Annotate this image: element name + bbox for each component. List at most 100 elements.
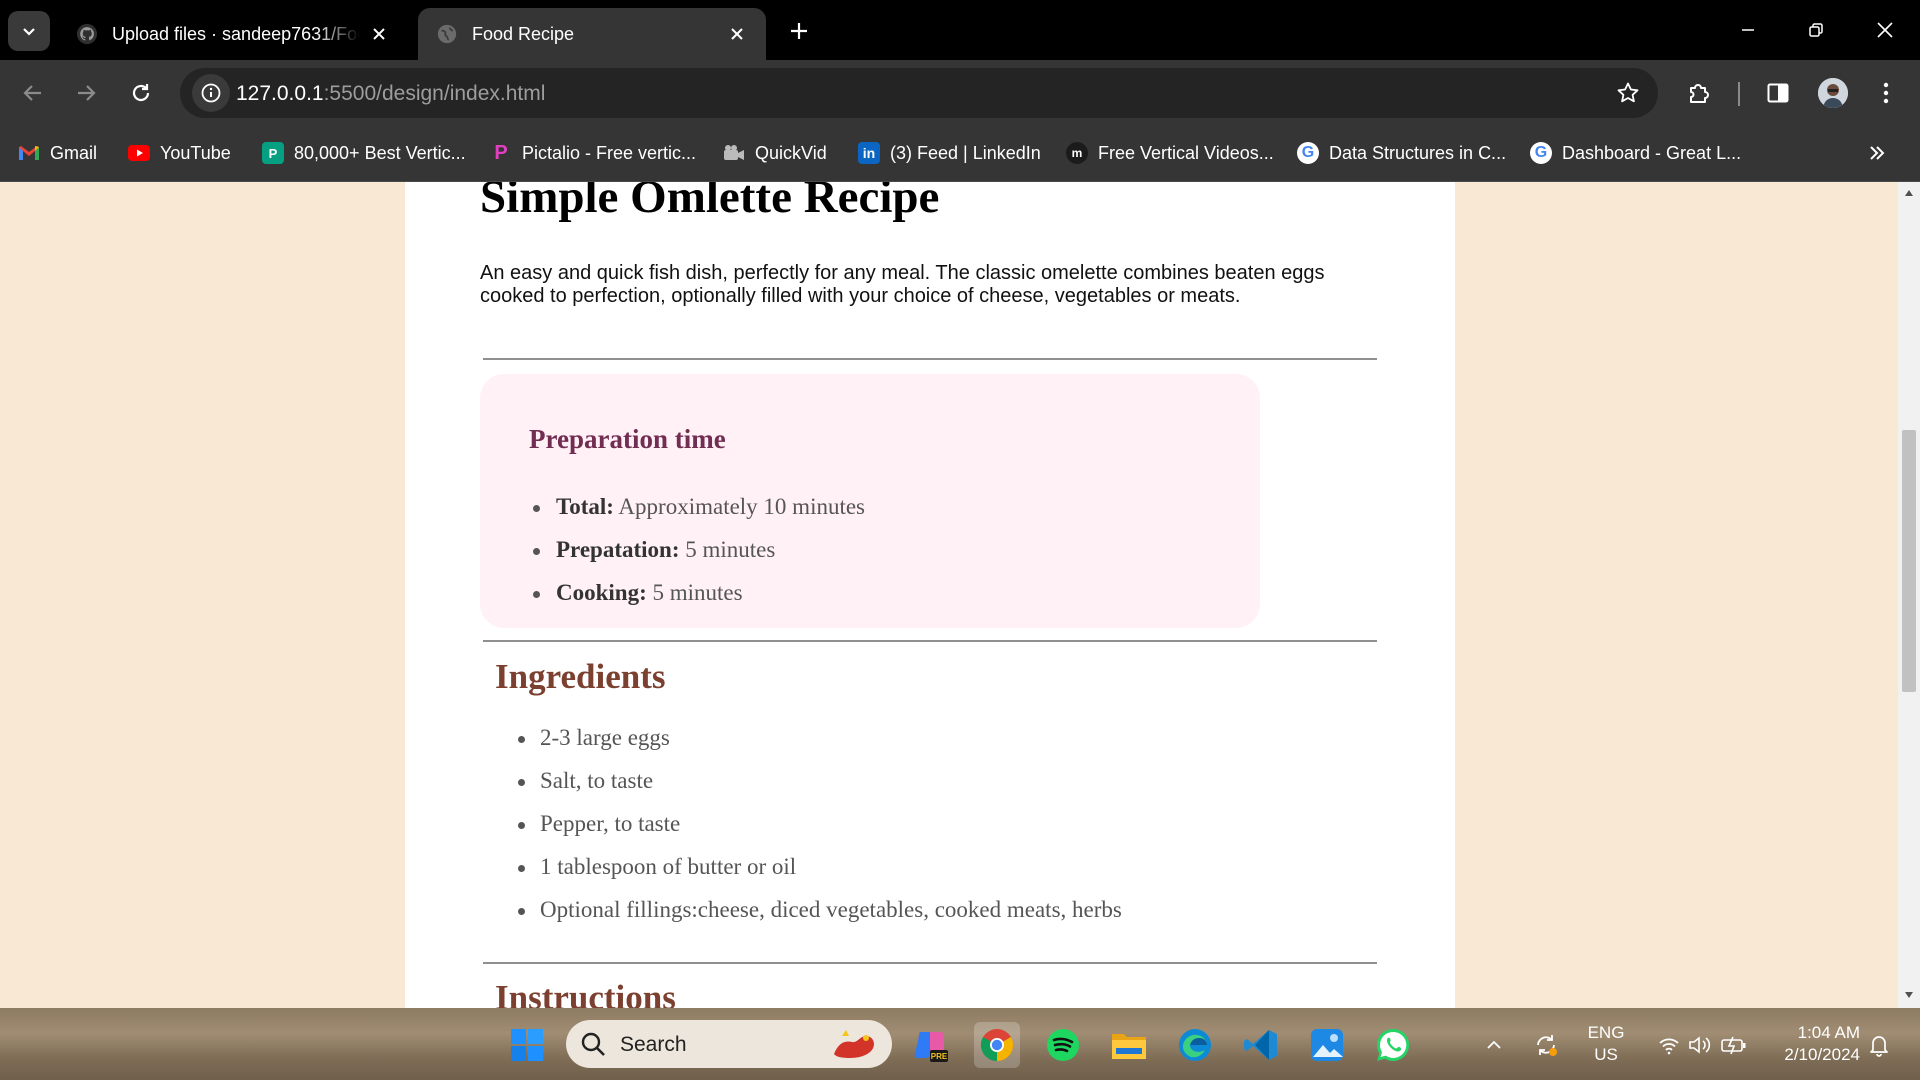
tab-upload-files[interactable]: Upload files · sandeep7631/Food-Recipe xyxy=(58,8,408,60)
show-hidden-icons-button[interactable] xyxy=(1478,1022,1510,1068)
clock-time: 1:04 AM xyxy=(1797,1023,1860,1042)
close-tab-button[interactable] xyxy=(368,23,390,45)
browser-menu-button[interactable] xyxy=(1870,77,1902,109)
photos-icon xyxy=(1311,1029,1343,1061)
preparation-heading: Preparation time xyxy=(529,424,726,454)
close-tab-button[interactable] xyxy=(726,23,748,45)
taskbar-app-file-explorer[interactable] xyxy=(1106,1022,1152,1068)
reload-button[interactable] xyxy=(121,73,161,113)
list-item: Pepper, to taste xyxy=(515,811,1122,854)
google-icon: G xyxy=(1297,142,1319,164)
bookmark-label: Gmail xyxy=(50,142,98,163)
bookmark-dashboard[interactable]: G Dashboard - Great L... xyxy=(1530,138,1741,168)
bookmark-gmail[interactable]: Gmail xyxy=(18,138,97,168)
clock-date: 2/10/2024 xyxy=(1784,1045,1860,1064)
new-tab-button[interactable] xyxy=(782,14,816,48)
more-vertical-icon xyxy=(1883,82,1889,104)
bookmark-label: 80,000+ Best Vertic... xyxy=(294,142,466,163)
copilot-icon: PRE xyxy=(914,1032,948,1062)
minimize-button[interactable] xyxy=(1725,10,1771,50)
scrollbar-thumb[interactable] xyxy=(1902,430,1916,692)
search-placeholder: Search xyxy=(620,1033,687,1056)
scroll-down-button[interactable] xyxy=(1904,990,1914,1000)
bullet-icon xyxy=(518,779,525,786)
site-info-button[interactable] xyxy=(192,74,230,112)
close-icon xyxy=(731,28,743,40)
bookmark-label: Dashboard - Great L... xyxy=(1562,142,1742,163)
bell-icon xyxy=(1870,1036,1888,1057)
side-panel-button[interactable] xyxy=(1762,77,1794,109)
bookmark-quickvid[interactable]: QuickVid xyxy=(723,138,827,168)
back-button[interactable] xyxy=(13,73,53,113)
url-text[interactable]: 127.0.0.1:5500/design/index.html xyxy=(236,82,545,106)
bookmark-linkedin[interactable]: in (3) Feed | LinkedIn xyxy=(858,138,1041,168)
bookmark-pictalio[interactable]: P Pictalio - Free vertic... xyxy=(490,138,696,168)
bookmark-youtube[interactable]: YouTube xyxy=(128,138,231,168)
triangle-up-icon xyxy=(1905,190,1913,196)
prep-label: Total: xyxy=(556,494,614,519)
ingredient-text: Optional fillings:cheese, diced vegetabl… xyxy=(540,897,1122,922)
bullet-icon xyxy=(518,736,525,743)
google-icon: G xyxy=(1530,142,1552,164)
url-path: :5500/design/index.html xyxy=(323,82,546,105)
notifications-button[interactable] xyxy=(1864,1022,1894,1068)
quick-settings-button[interactable] xyxy=(1648,1022,1758,1068)
edge-icon xyxy=(1179,1029,1211,1061)
taskbar-app-copilot[interactable]: PRE xyxy=(908,1022,954,1068)
taskbar-app-vscode[interactable] xyxy=(1238,1022,1284,1068)
bookmark-data-structures[interactable]: G Data Structures in C... xyxy=(1297,138,1506,168)
ingredient-text: 1 tablespoon of butter or oil xyxy=(540,854,797,879)
forward-button[interactable] xyxy=(66,73,106,113)
profile-avatar[interactable] xyxy=(1818,78,1848,108)
taskbar-app-photos[interactable] xyxy=(1304,1022,1350,1068)
page-scrollbar[interactable] xyxy=(1898,182,1920,1008)
address-bar[interactable]: 127.0.0.1:5500/design/index.html xyxy=(180,68,1658,118)
browser-tab-strip: Upload files · sandeep7631/Food-Recipe F… xyxy=(0,0,1920,60)
extensions-button[interactable] xyxy=(1683,77,1715,109)
list-item: Cooking: 5 minutes xyxy=(530,580,865,623)
arrow-right-icon xyxy=(78,85,96,101)
region-code: US xyxy=(1594,1045,1618,1064)
ingredient-text: Salt, to taste xyxy=(540,768,654,793)
preparation-time-box: Preparation time Total: Approximately 10… xyxy=(480,374,1260,628)
bookmark-label: Pictalio - Free vertic... xyxy=(522,142,697,163)
list-item: 1 tablespoon of butter or oil xyxy=(515,854,1122,897)
prep-label: Prepatation: xyxy=(556,537,680,562)
close-window-button[interactable] xyxy=(1862,10,1908,50)
bookmark-mixkit[interactable]: m Free Vertical Videos... xyxy=(1066,138,1274,168)
bullet-icon xyxy=(533,591,540,598)
bookmark-star-button[interactable] xyxy=(1614,79,1642,107)
browser-toolbar: 127.0.0.1:5500/design/index.html xyxy=(0,60,1920,126)
sync-icon xyxy=(1537,1035,1557,1056)
tab-title: Food Recipe xyxy=(472,23,575,44)
start-button[interactable] xyxy=(504,1022,550,1068)
puzzle-icon xyxy=(1690,84,1709,103)
bookmark-label: Data Structures in C... xyxy=(1329,142,1507,163)
taskbar-app-edge[interactable] xyxy=(1172,1022,1218,1068)
sync-status-button[interactable] xyxy=(1526,1022,1566,1068)
star-icon xyxy=(1617,82,1639,103)
taskbar-app-chrome[interactable] xyxy=(974,1022,1020,1068)
scroll-up-button[interactable] xyxy=(1904,188,1914,198)
spotify-icon xyxy=(1047,1029,1079,1061)
battery-icon xyxy=(1721,1036,1746,1055)
tab-food-recipe[interactable]: Food Recipe xyxy=(418,8,766,60)
tab-search-button[interactable] xyxy=(8,11,50,51)
taskbar-app-spotify[interactable] xyxy=(1040,1022,1086,1068)
chevron-down-icon xyxy=(23,28,35,36)
recipe-title: Simple Omlette Recipe xyxy=(480,182,940,223)
file-explorer-icon xyxy=(1112,1034,1146,1059)
bookmark-pexels[interactable]: P 80,000+ Best Vertic... xyxy=(262,138,466,168)
taskbar-search[interactable]: Search xyxy=(566,1020,892,1068)
chevron-up-icon xyxy=(1487,1040,1501,1049)
restore-button[interactable] xyxy=(1793,10,1839,50)
gmail-icon xyxy=(18,142,40,164)
taskbar-app-whatsapp[interactable] xyxy=(1370,1022,1416,1068)
quickvid-icon xyxy=(723,142,745,164)
search-highlight-icon xyxy=(834,1030,874,1058)
more-bookmarks-button[interactable] xyxy=(1864,140,1890,166)
clock[interactable]: 1:04 AM 2/10/2024 xyxy=(1764,1022,1860,1066)
prep-value: 5 minutes xyxy=(679,537,776,562)
input-language-indicator[interactable]: ENG US xyxy=(1578,1022,1634,1066)
bullet-icon xyxy=(518,865,525,872)
